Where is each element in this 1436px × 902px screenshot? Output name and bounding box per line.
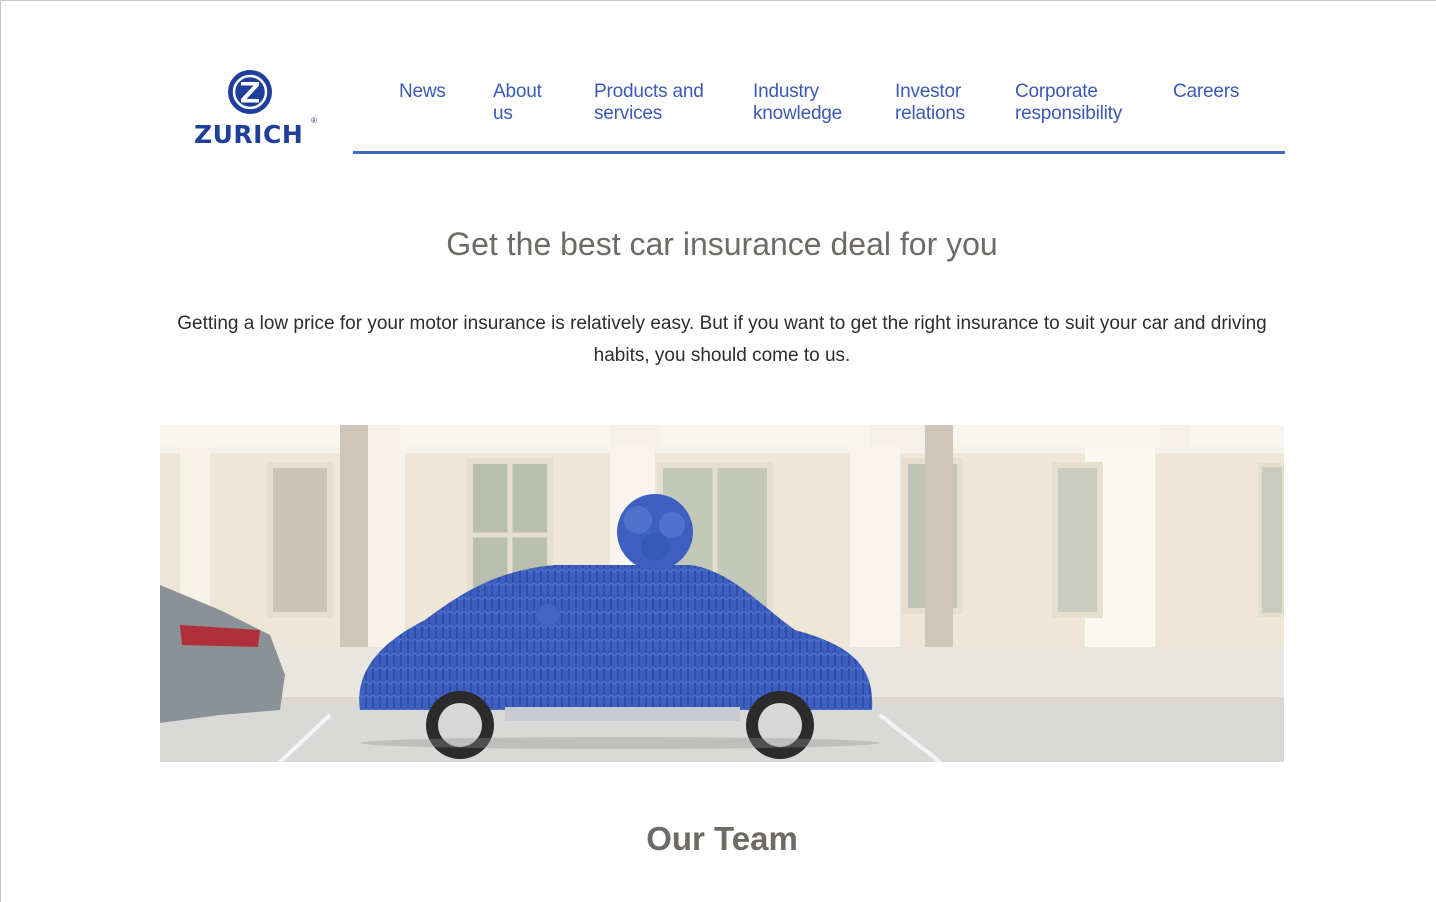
zurich-logo[interactable]: ZURICH ® (190, 68, 325, 154)
main-navigation: News About us Products and services Indu… (353, 78, 1285, 154)
registered-mark: ® (311, 116, 317, 125)
nav-item-investor-relations[interactable]: Investor relations (895, 81, 985, 125)
nav-item-careers[interactable]: Careers (1173, 81, 1239, 103)
our-team-heading: Our Team (646, 820, 798, 857)
nav-item-products-and-services[interactable]: Products and services (594, 81, 724, 125)
nav-item-about-us[interactable]: About us (493, 81, 563, 125)
intro-paragraph: Getting a low price for your motor insur… (177, 313, 1267, 366)
brand-name: ZURICH (194, 120, 304, 149)
page-headline: Get the best car insurance deal for you (446, 226, 998, 262)
nav-item-news[interactable]: News (399, 81, 446, 103)
zurich-z-icon (228, 70, 272, 114)
hero-image (160, 425, 1284, 762)
nav-item-corporate-responsibility[interactable]: Corporate responsibility (1015, 81, 1145, 125)
nav-item-industry-knowledge[interactable]: Industry knowledge (753, 81, 863, 125)
